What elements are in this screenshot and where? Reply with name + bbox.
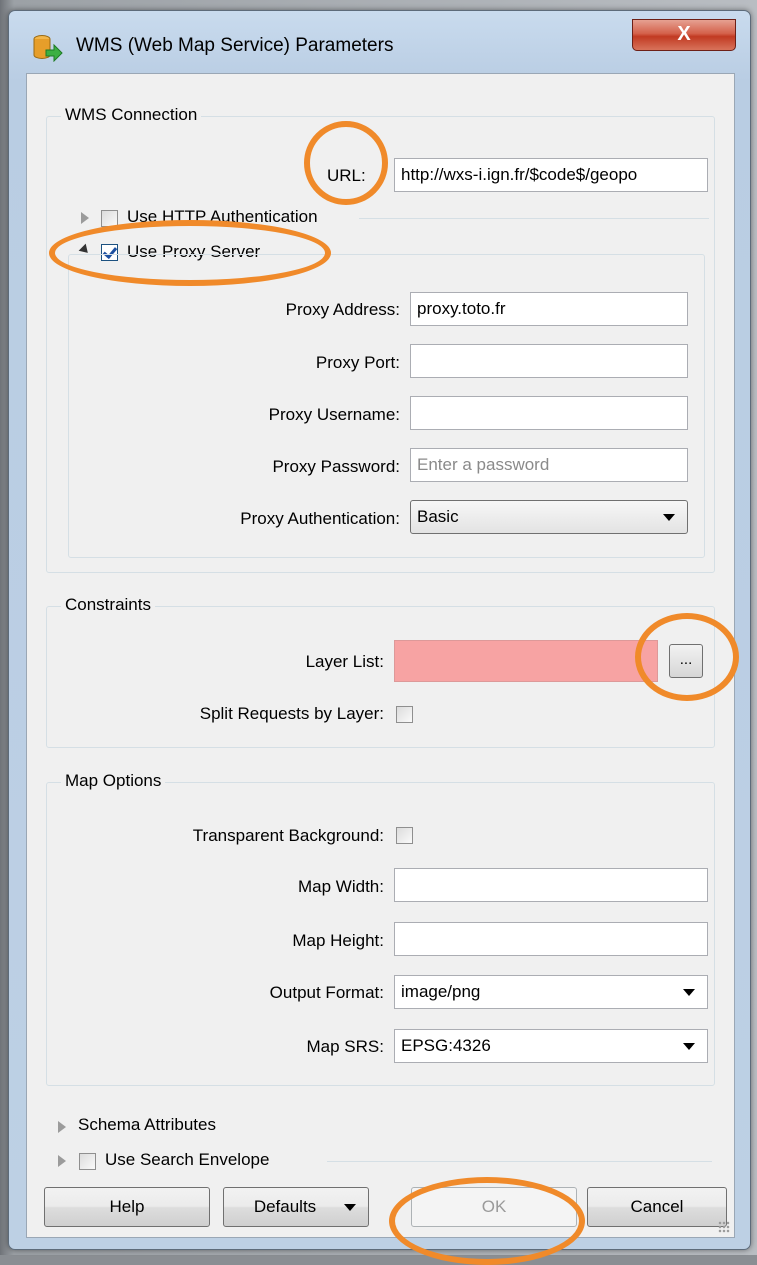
map-height-input[interactable]	[394, 922, 708, 956]
schema-attributes-label[interactable]: Schema Attributes	[78, 1115, 216, 1135]
proxy-auth-label: Proxy Authentication:	[240, 509, 400, 528]
map-height-label: Map Height:	[292, 931, 384, 950]
proxy-password-input[interactable]: Enter a password	[410, 448, 688, 482]
expand-schema-icon[interactable]	[58, 1121, 66, 1133]
map-srs-select[interactable]: EPSG:4326	[394, 1029, 708, 1063]
ok-button[interactable]: OK	[411, 1187, 577, 1227]
title-bar[interactable]: WMS (Web Map Service) Parameters X	[9, 11, 750, 73]
window-title: WMS (Web Map Service) Parameters	[76, 35, 394, 56]
dropdown-arrow-icon	[344, 1204, 356, 1211]
chevron-down-icon	[683, 1043, 695, 1050]
search-envelope-checkbox[interactable]	[79, 1153, 96, 1170]
wms-connection-title: WMS Connection	[61, 105, 202, 125]
search-envelope-label: Use Search Envelope	[105, 1150, 270, 1169]
defaults-label: Defaults	[253, 1197, 317, 1216]
split-requests-checkbox[interactable]	[396, 706, 413, 723]
proxy-auth-value: Basic	[417, 507, 459, 526]
map-width-input[interactable]	[394, 868, 708, 902]
defaults-button[interactable]: Defaults	[223, 1187, 369, 1227]
proxy-port-label: Proxy Port:	[315, 353, 400, 372]
chevron-down-icon	[663, 514, 675, 521]
search-envelope-separator	[327, 1161, 712, 1162]
layer-list-input[interactable]	[394, 640, 658, 682]
map-srs-value: EPSG:4326	[401, 1036, 491, 1055]
http-auth-label: Use HTTP Authentication	[127, 207, 318, 226]
database-arrow-icon	[33, 35, 63, 62]
help-button[interactable]: Help	[44, 1187, 210, 1227]
proxy-username-label: Proxy Username:	[268, 405, 400, 424]
chevron-down-icon	[683, 989, 695, 996]
output-format-label: Output Format:	[269, 983, 384, 1002]
map-options-title: Map Options	[61, 771, 166, 791]
resize-grip-icon[interactable]	[718, 1221, 730, 1233]
output-format-value: image/png	[401, 982, 481, 1001]
output-format-select[interactable]: image/png	[394, 975, 708, 1009]
proxy-password-label: Proxy Password:	[272, 457, 400, 476]
url-input[interactable]: http://wxs-i.ign.fr/$code$/geopo	[394, 158, 708, 192]
http-auth-checkbox[interactable]	[101, 210, 118, 227]
dialog-window: WMS (Web Map Service) Parameters X WMS C…	[8, 10, 751, 1265]
layer-list-label: Layer List:	[305, 652, 384, 671]
browse-layers-button[interactable]: ...	[669, 644, 703, 678]
proxy-address-label: Proxy Address:	[285, 300, 400, 319]
map-width-label: Map Width:	[298, 877, 384, 896]
proxy-auth-select[interactable]: Basic	[410, 500, 688, 534]
split-requests-label: Split Requests by Layer:	[199, 704, 384, 723]
proxy-port-input[interactable]	[410, 344, 688, 378]
proxy-address-input[interactable]: proxy.toto.fr	[410, 292, 688, 326]
cancel-button[interactable]: Cancel	[587, 1187, 727, 1227]
expand-search-envelope-icon[interactable]	[58, 1155, 66, 1167]
expand-http-auth-icon[interactable]	[81, 212, 89, 224]
http-auth-separator	[359, 218, 709, 219]
close-icon: X	[677, 23, 691, 45]
constraints-title: Constraints	[61, 595, 155, 615]
map-srs-label: Map SRS:	[306, 1037, 384, 1056]
dialog-client-area: WMS Connection URL: http://wxs-i.ign.fr/…	[26, 73, 735, 1238]
close-button[interactable]: X	[632, 19, 736, 51]
transparent-bg-checkbox[interactable]	[396, 827, 413, 844]
proxy-username-input[interactable]	[410, 396, 688, 430]
transparent-bg-label: Transparent Background:	[192, 826, 384, 845]
url-label: URL:	[327, 166, 366, 185]
